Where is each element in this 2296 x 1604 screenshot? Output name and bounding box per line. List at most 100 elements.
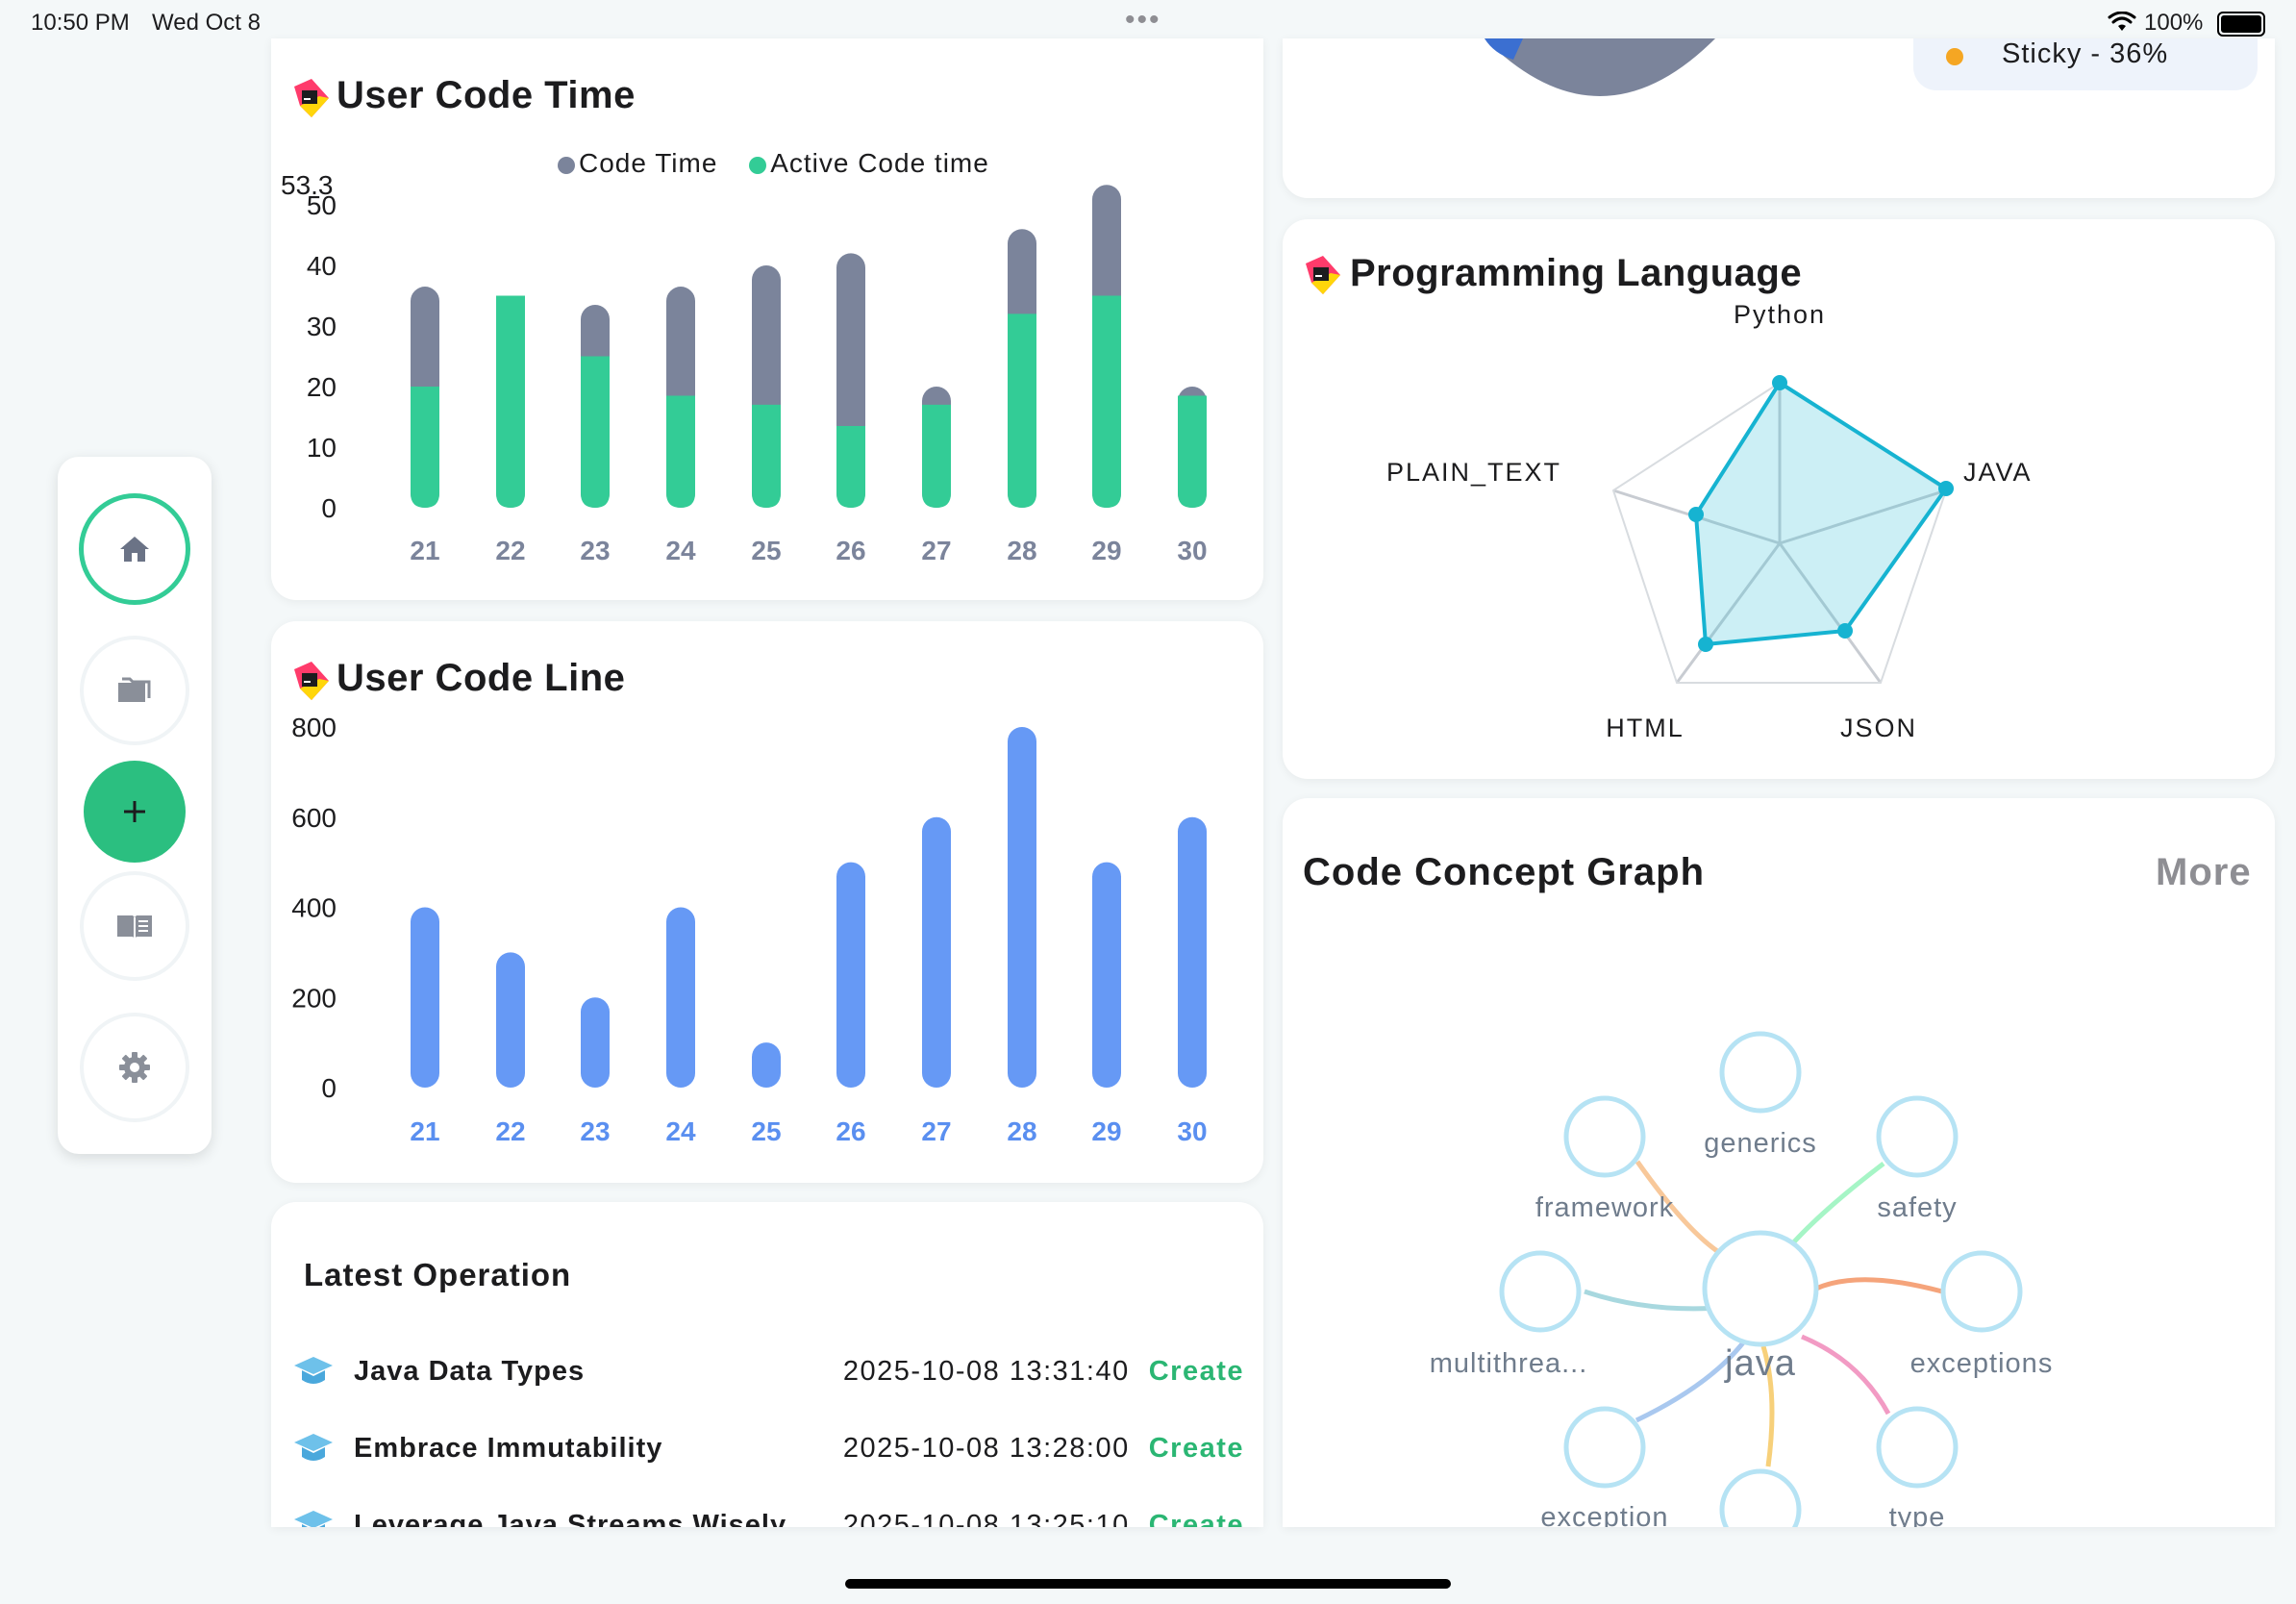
status-date: Wed Oct 8 <box>152 10 261 36</box>
graduation-cap-icon <box>294 1511 333 1527</box>
x-tick-label: 28 <box>1007 536 1036 565</box>
y-tick-label: 200 <box>291 983 337 1013</box>
code-time-card: User Code Time Code Time Active Code tim… <box>271 38 1263 600</box>
radar-label-python: Python <box>1734 300 1826 329</box>
y-tick-label: 40 <box>307 251 337 281</box>
operation-row[interactable]: Embrace Immutability 2025-10-08 13:28:00… <box>292 1419 1244 1477</box>
bar-code-line[interactable] <box>411 907 439 1089</box>
bar-code-line[interactable] <box>1092 862 1121 1088</box>
concept-node[interactable] <box>1876 1406 1959 1489</box>
bar-code-line[interactable] <box>496 952 525 1088</box>
bar-active-code-time[interactable] <box>496 295 525 509</box>
bar-active-code-time[interactable] <box>581 356 610 509</box>
bar-active-code-time[interactable] <box>1092 295 1121 509</box>
operation-time: 2025-10-08 13:25:10 <box>842 1509 1130 1528</box>
legend-sticky: Sticky - 36% <box>2002 38 2169 69</box>
concept-node[interactable] <box>1876 1095 1959 1178</box>
x-tick-label: 26 <box>836 1116 865 1146</box>
concept-label: exception <box>1540 1502 1668 1527</box>
operation-action: Create <box>1148 1355 1244 1387</box>
x-tick-label: 27 <box>921 536 951 565</box>
concept-node[interactable] <box>1499 1250 1582 1333</box>
x-tick-label: 25 <box>751 1116 781 1146</box>
concept-node-center[interactable] <box>1702 1230 1819 1347</box>
radar-label-json: JSON <box>1840 714 1917 742</box>
bar-code-line[interactable] <box>666 907 695 1089</box>
bar-active-code-time[interactable] <box>752 404 781 508</box>
battery-icon <box>2217 12 2265 37</box>
battery-percent: 100% <box>2144 10 2204 36</box>
concept-node[interactable] <box>1563 1095 1646 1178</box>
code-line-card: User Code Line 800 600 400 200 0 21 22 23 24 25 2… <box>271 621 1263 1183</box>
bar-active-code-time[interactable] <box>922 404 951 508</box>
bar-code-line[interactable] <box>752 1042 781 1088</box>
x-tick-label: 25 <box>751 536 781 565</box>
radar-chart: Python JAVA JSON HTML PLAIN_TEXT <box>1386 300 2033 742</box>
concept-label: type <box>1889 1502 1946 1527</box>
y-tick-label: 400 <box>291 893 337 923</box>
concept-node[interactable] <box>1719 1468 1802 1527</box>
bar-code-line[interactable] <box>581 997 610 1088</box>
bar-active-code-time[interactable] <box>411 387 439 508</box>
concept-node[interactable] <box>1719 1031 1802 1114</box>
x-tick-label: 28 <box>1007 1116 1036 1146</box>
concept-node[interactable] <box>1940 1250 2023 1333</box>
operation-row[interactable]: Leverage Java Streams Wisely 2025-10-08 … <box>292 1496 1244 1527</box>
bar-active-code-time[interactable] <box>1178 395 1207 508</box>
concept-graph: generics framework safety multithrea... … <box>1430 1031 2052 1527</box>
operation-title: Leverage Java Streams Wisely <box>354 1509 787 1528</box>
sidebar-item-add[interactable] <box>84 761 186 863</box>
pie-card: Sticky - 36% <box>1283 38 2275 198</box>
multitask-dots[interactable]: ••• <box>1125 4 1161 37</box>
home-icon <box>120 537 149 562</box>
graduation-cap-icon <box>294 1434 333 1461</box>
y-tick-label: 800 <box>291 713 337 742</box>
bar-code-line[interactable] <box>922 816 951 1088</box>
y-tick-label: 20 <box>307 372 337 402</box>
radar-label-java: JAVA <box>1963 458 2033 487</box>
operation-action: Create <box>1148 1509 1244 1528</box>
x-tick-label: 21 <box>410 536 439 565</box>
bar-active-code-time[interactable] <box>666 395 695 508</box>
sidebar-item-folders[interactable] <box>84 639 186 741</box>
concept-node[interactable] <box>1563 1406 1646 1489</box>
operation-title: Java Data Types <box>354 1355 586 1387</box>
bar-code-line[interactable] <box>1178 816 1207 1088</box>
book-icon <box>117 915 152 939</box>
sidebar <box>58 457 212 1154</box>
bar-code-line[interactable] <box>836 862 865 1088</box>
sidebar-item-settings[interactable] <box>84 1016 186 1118</box>
legend-sticky-swatch <box>1946 48 1963 65</box>
programming-language-card: Programming Language Python JAVA JSON HT… <box>1283 219 2275 779</box>
x-tick-label: 30 <box>1177 1116 1207 1146</box>
operation-time: 2025-10-08 13:31:40 <box>842 1355 1130 1387</box>
y-tick-label: 600 <box>291 803 337 833</box>
x-tick-label: 27 <box>921 1116 951 1146</box>
x-tick-label: 24 <box>665 536 696 565</box>
concept-label: generics <box>1704 1128 1817 1159</box>
bar-active-code-time[interactable] <box>1008 313 1036 508</box>
bar-active-code-time[interactable] <box>836 425 865 508</box>
concept-graph-card: Code Concept Graph More generics framewo… <box>1283 798 2275 1527</box>
operation-row[interactable]: Java Data Types 2025-10-08 13:31:40 Crea… <box>292 1342 1244 1400</box>
graduation-cap-icon <box>294 1357 333 1384</box>
x-tick-label: 26 <box>836 536 865 565</box>
y-tick-label: 30 <box>307 312 337 341</box>
operation-action: Create <box>1148 1432 1244 1464</box>
x-tick-label: 23 <box>580 1116 610 1146</box>
code-line-chart: 800 600 400 200 0 21 22 23 24 25 26 27 28 29 30 <box>291 713 1207 1146</box>
sidebar-item-home[interactable] <box>84 498 186 600</box>
x-tick-label: 29 <box>1091 536 1121 565</box>
pie-legend: Sticky - 36% <box>1913 38 2258 90</box>
sidebar-item-book[interactable] <box>84 875 186 977</box>
folder-icon <box>118 677 151 702</box>
concept-label: framework <box>1535 1192 1674 1223</box>
bar-code-line[interactable] <box>1008 727 1036 1088</box>
concept-label: multithrea... <box>1430 1348 1588 1379</box>
latest-operation-title: Latest Operation <box>304 1257 572 1292</box>
home-indicator[interactable] <box>845 1579 1451 1589</box>
radar-label-plain-text: PLAIN_TEXT <box>1386 458 1561 487</box>
x-tick-label: 23 <box>580 536 610 565</box>
wifi-icon <box>2108 12 2136 31</box>
status-time: 10:50 PM <box>31 10 130 36</box>
